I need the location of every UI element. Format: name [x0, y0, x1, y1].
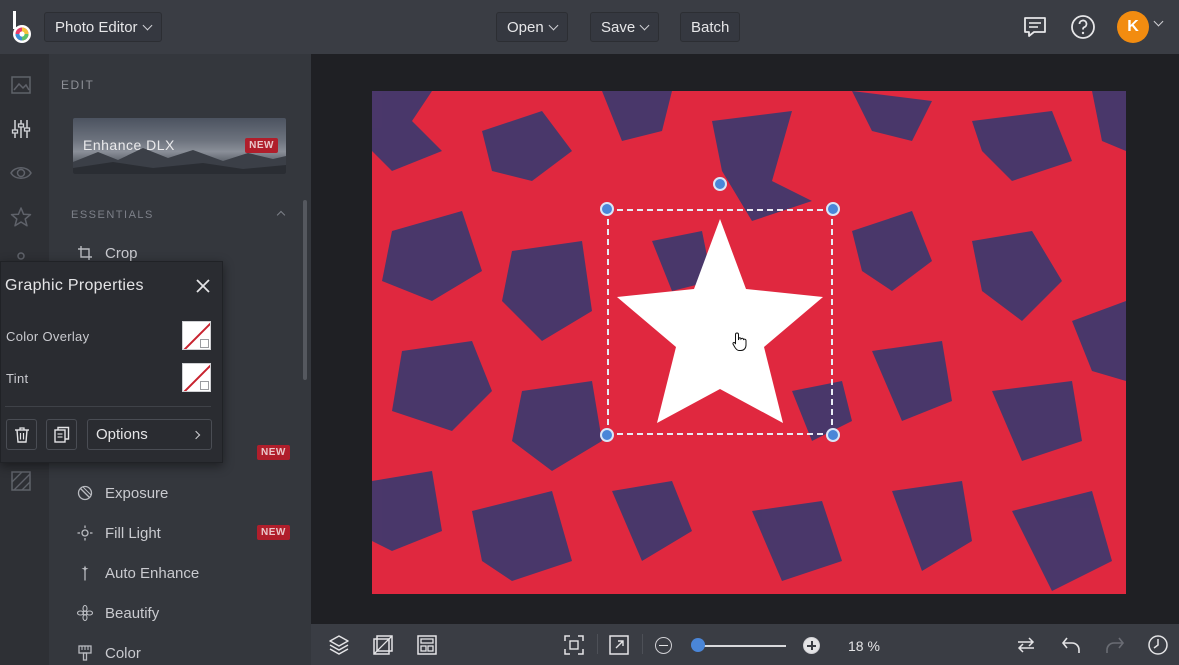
tool-label: Color	[105, 644, 141, 662]
divider	[642, 634, 643, 654]
texture-icon[interactable]	[10, 470, 32, 492]
panel-scrollbar[interactable]	[303, 200, 307, 380]
transform-icon[interactable]	[372, 634, 394, 656]
bottom-toolbar: 18 %	[311, 624, 1179, 665]
tool-exposure[interactable]: Exposure	[77, 481, 168, 505]
hand-cursor-icon	[732, 332, 747, 351]
tool-label: Crop	[105, 244, 138, 262]
chevron-down-icon	[548, 20, 559, 30]
app-switcher-dropdown[interactable]: Photo Editor	[44, 12, 162, 42]
help-icon[interactable]	[1070, 14, 1096, 40]
tool-label: Auto Enhance	[105, 564, 200, 582]
close-icon[interactable]	[195, 278, 211, 294]
paint-brush-icon	[78, 645, 92, 661]
divider	[597, 634, 598, 654]
options-label: Options	[96, 426, 148, 443]
exposure-icon	[77, 485, 93, 501]
delete-button[interactable]	[6, 419, 37, 450]
feedback-chat-icon[interactable]	[1022, 14, 1048, 40]
batch-label: Batch	[691, 18, 730, 36]
options-button[interactable]: Options	[87, 419, 212, 450]
enhance-dlx-label: Enhance DLX	[83, 137, 175, 153]
compare-icon[interactable]	[1015, 634, 1037, 656]
chevron-down-icon	[200, 381, 209, 390]
photo-canvas[interactable]	[372, 91, 1126, 594]
batch-button[interactable]: Batch	[680, 12, 741, 42]
tool-beautify[interactable]: Beautify	[77, 601, 159, 625]
zoom-out-button[interactable]	[655, 637, 672, 654]
befunky-logo-icon[interactable]	[8, 9, 36, 45]
undo-icon[interactable]	[1060, 634, 1082, 656]
color-overlay-label: Color Overlay	[6, 329, 90, 344]
eye-icon[interactable]	[10, 162, 32, 184]
essentials-section-title: ESSENTIALS	[71, 209, 154, 221]
duplicate-icon	[53, 426, 69, 443]
resize-handle-bottom-right[interactable]	[826, 428, 840, 442]
tool-label: Beautify	[105, 604, 160, 622]
avatar-initial: K	[1127, 18, 1139, 35]
layout-icon[interactable]	[416, 634, 438, 656]
crop-icon	[78, 246, 92, 260]
graphic-properties-panel: Graphic Properties Color Overlay Tint Op…	[0, 261, 223, 463]
chevron-down-icon	[142, 20, 153, 30]
chevron-down-icon	[639, 20, 650, 30]
star-icon[interactable]	[10, 206, 32, 228]
redo-icon[interactable]	[1104, 634, 1126, 656]
image-icon[interactable]	[10, 74, 32, 96]
chevron-right-icon	[191, 430, 201, 440]
canvas-workspace	[311, 54, 1179, 624]
new-badge: NEW	[257, 445, 290, 460]
plus-icon-vertical	[811, 641, 813, 650]
layers-icon[interactable]	[328, 634, 350, 656]
flower-icon	[77, 605, 93, 621]
tool-fill-light[interactable]: Fill Light	[77, 521, 161, 545]
fit-to-screen-icon[interactable]	[563, 634, 585, 656]
top-bar: Photo Editor Open Save Batch K	[0, 0, 1179, 54]
user-avatar[interactable]: K	[1117, 11, 1149, 43]
tool-color[interactable]: Color	[77, 641, 141, 665]
tool-label: Fill Light	[105, 524, 161, 542]
open-menu-button[interactable]: Open	[496, 12, 568, 42]
app-switcher-label: Photo Editor	[55, 18, 138, 36]
magic-wand-icon	[81, 565, 89, 581]
graphic-properties-title: Graphic Properties	[5, 277, 144, 294]
zoom-slider-track[interactable]	[698, 645, 786, 647]
trash-icon	[14, 426, 29, 443]
collapse-caret-icon[interactable]	[276, 210, 286, 220]
tint-swatch[interactable]	[182, 363, 211, 392]
resize-handle-top-left[interactable]	[600, 202, 614, 216]
zoom-in-button[interactable]	[803, 637, 820, 654]
account-chevron-down-icon[interactable]	[1153, 16, 1164, 27]
new-badge: NEW	[245, 138, 278, 153]
zoom-slider-knob[interactable]	[691, 638, 705, 652]
fill-light-icon	[77, 525, 93, 541]
divider	[5, 406, 211, 407]
chevron-down-icon	[200, 339, 209, 348]
history-clock-icon[interactable]	[1147, 634, 1169, 656]
duplicate-button[interactable]	[46, 419, 77, 450]
color-overlay-swatch[interactable]	[182, 321, 211, 350]
tint-label: Tint	[6, 371, 29, 386]
resize-handle-bottom-left[interactable]	[600, 428, 614, 442]
minus-icon	[659, 645, 668, 647]
resize-handle-top-right[interactable]	[826, 202, 840, 216]
tool-auto-enhance[interactable]: Auto Enhance	[77, 561, 199, 585]
new-badge: NEW	[257, 525, 290, 540]
tool-label: Exposure	[105, 484, 169, 502]
enhance-dlx-card[interactable]: Enhance DLX NEW	[73, 118, 286, 174]
selection-box[interactable]	[607, 209, 833, 435]
rotate-handle[interactable]	[713, 177, 727, 191]
zoom-level-label: 18 %	[848, 638, 880, 654]
save-menu-label: Save	[601, 18, 636, 36]
save-menu-button[interactable]: Save	[590, 12, 660, 42]
panel-title: EDIT	[61, 78, 95, 92]
actual-size-icon[interactable]	[608, 634, 630, 656]
open-menu-label: Open	[507, 18, 544, 36]
adjust-sliders-icon[interactable]	[10, 118, 32, 140]
